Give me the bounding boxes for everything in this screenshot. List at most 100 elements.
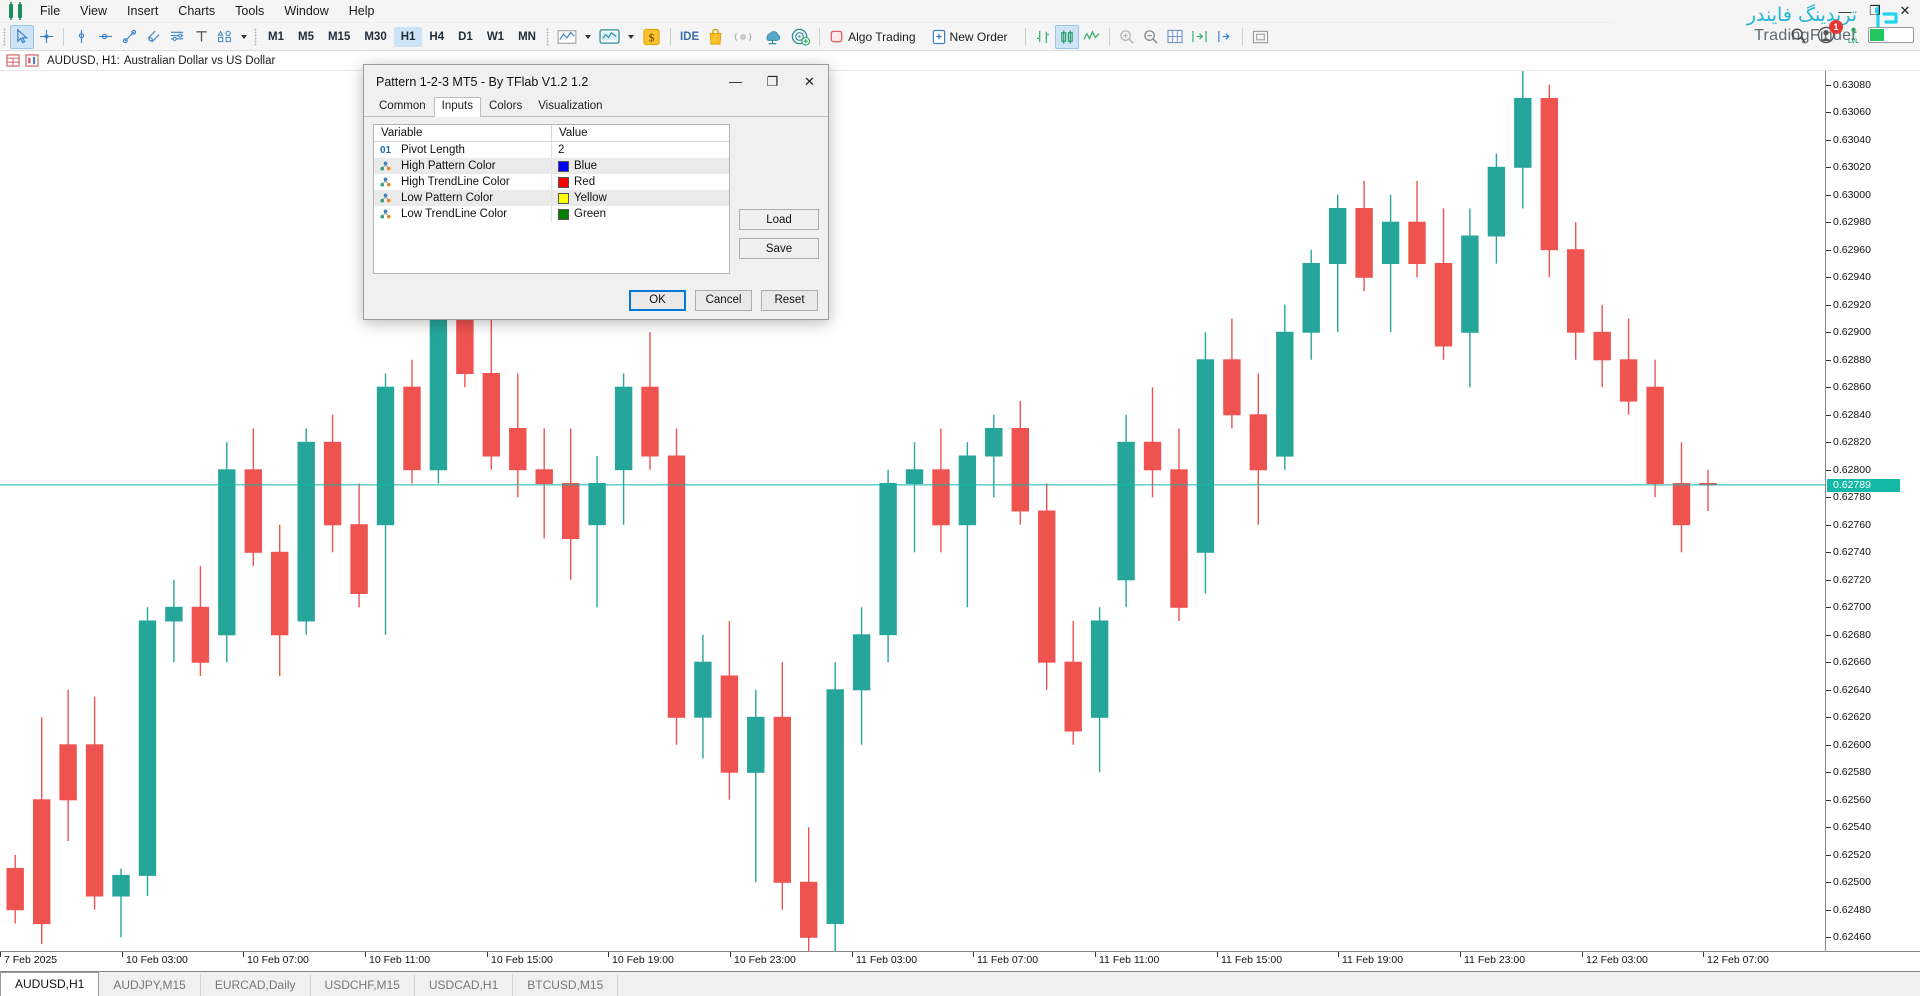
candle bbox=[748, 690, 764, 883]
inputs-table[interactable]: Variable Value 01Pivot Length2High Patte… bbox=[373, 124, 730, 274]
dialog-footer: OK Cancel Reset bbox=[364, 281, 828, 319]
account-icon[interactable]: 1 bbox=[1813, 23, 1839, 47]
new-order-button[interactable]: New Order bbox=[928, 25, 1020, 49]
chart-shift-icon[interactable] bbox=[1212, 25, 1237, 49]
timeframe-mn[interactable]: MN bbox=[511, 27, 543, 47]
timeframe-w1[interactable]: W1 bbox=[480, 27, 511, 47]
channel-tool[interactable] bbox=[141, 25, 165, 49]
line-chart-icon[interactable] bbox=[1079, 25, 1104, 49]
timeframe-h1[interactable]: H1 bbox=[394, 27, 423, 47]
price-chart[interactable] bbox=[0, 71, 1920, 951]
indicator-line-icon[interactable] bbox=[553, 25, 581, 49]
chart-tab-btcusd-m15[interactable]: BTCUSD,M15 bbox=[513, 974, 618, 996]
chart-tab-usdchf-m15[interactable]: USDCHF,M15 bbox=[311, 974, 415, 996]
dialog-tab-inputs[interactable]: Inputs bbox=[434, 97, 481, 117]
crosshair-tool[interactable] bbox=[34, 25, 58, 49]
variable-cell: Low Pattern Color bbox=[374, 190, 552, 206]
horizontal-line-tool[interactable] bbox=[93, 25, 117, 49]
auto-scroll-icon[interactable] bbox=[1187, 25, 1212, 49]
dollar-icon[interactable]: $ bbox=[638, 25, 665, 49]
minimize-button[interactable]: — bbox=[1830, 0, 1860, 22]
grid-icon[interactable] bbox=[1163, 25, 1187, 49]
timeframe-m5[interactable]: M5 bbox=[291, 27, 321, 47]
cancel-button[interactable]: Cancel bbox=[695, 290, 752, 311]
menu-view[interactable]: View bbox=[70, 1, 117, 21]
candlestick-chart-icon[interactable] bbox=[1055, 25, 1079, 49]
zoom-out-icon[interactable] bbox=[1139, 25, 1163, 49]
table-row[interactable]: 01Pivot Length2 bbox=[374, 142, 729, 158]
cloud-vps-icon[interactable] bbox=[758, 25, 787, 49]
price-tick: 0.62520 bbox=[1826, 850, 1871, 861]
dialog-tab-colors[interactable]: Colors bbox=[481, 97, 530, 116]
chart-tab-audusd-h1[interactable]: AUDUSD,H1 bbox=[0, 972, 99, 996]
value-cell[interactable]: Green bbox=[552, 206, 729, 222]
reset-button[interactable]: Reset bbox=[761, 290, 818, 311]
save-button[interactable]: Save bbox=[739, 238, 819, 259]
dialog-minimize-button[interactable]: — bbox=[717, 65, 754, 98]
color-icon bbox=[380, 209, 395, 219]
chart-tab-usdcad-h1[interactable]: USDCAD,H1 bbox=[415, 974, 513, 996]
chart-tab-audjpy-m15[interactable]: AUDJPY,M15 bbox=[99, 974, 200, 996]
maximize-button[interactable]: ❐ bbox=[1860, 0, 1890, 22]
shapes-tool[interactable] bbox=[213, 25, 237, 49]
dialog-title-bar[interactable]: Pattern 1-2-3 MT5 - By TFlab V1.2 1.2 — … bbox=[364, 65, 828, 98]
value-cell[interactable]: Blue bbox=[552, 158, 729, 174]
dialog-tab-visualization[interactable]: Visualization bbox=[530, 97, 610, 116]
toolbar-grip-3[interactable] bbox=[546, 28, 549, 46]
timeframe-h4[interactable]: H4 bbox=[422, 27, 451, 47]
time-axis[interactable]: 7 Feb 202510 Feb 03:0010 Feb 07:0010 Feb… bbox=[0, 951, 1920, 972]
menu-insert[interactable]: Insert bbox=[117, 1, 168, 21]
menu-window[interactable]: Window bbox=[274, 1, 338, 21]
table-row[interactable]: High Pattern ColorBlue bbox=[374, 158, 729, 174]
price-axis[interactable]: 0.630800.630600.630400.630200.630000.629… bbox=[1825, 71, 1920, 951]
value-cell[interactable]: Yellow bbox=[552, 190, 729, 206]
timeframe-m15[interactable]: M15 bbox=[321, 27, 357, 47]
text-tool[interactable] bbox=[189, 25, 213, 49]
zoom-in-icon[interactable] bbox=[1115, 25, 1139, 49]
toolbar-grip[interactable] bbox=[3, 28, 6, 46]
data-window-icon[interactable] bbox=[6, 54, 20, 67]
copy-trading-icon[interactable] bbox=[787, 25, 814, 49]
lvl-icon[interactable]: LVL bbox=[1841, 23, 1866, 47]
chart-dropdown-caret[interactable] bbox=[628, 35, 634, 39]
close-button[interactable]: ✕ bbox=[1890, 0, 1920, 22]
algo-trading-button[interactable]: Algo Trading bbox=[825, 25, 927, 49]
signals-icon[interactable] bbox=[728, 25, 758, 49]
indicator-dropdown-caret[interactable] bbox=[585, 35, 591, 39]
search-icon[interactable] bbox=[1786, 23, 1811, 47]
candle bbox=[1012, 401, 1028, 525]
cursor-tool[interactable] bbox=[10, 25, 34, 49]
toolbar-grip-2[interactable] bbox=[254, 28, 257, 46]
menu-help[interactable]: Help bbox=[339, 1, 385, 21]
symbol-chart-icon[interactable] bbox=[25, 54, 39, 67]
indicator-properties-dialog[interactable]: Pattern 1-2-3 MT5 - By TFlab V1.2 1.2 — … bbox=[363, 64, 829, 320]
market-bag-icon[interactable] bbox=[703, 25, 728, 49]
value-cell[interactable]: Red bbox=[552, 174, 729, 190]
shapes-dropdown-caret[interactable] bbox=[241, 35, 247, 39]
variable-name: Pivot Length bbox=[401, 144, 465, 156]
table-row[interactable]: High TrendLine ColorRed bbox=[374, 174, 729, 190]
timeframe-m1[interactable]: M1 bbox=[261, 27, 291, 47]
load-button[interactable]: Load bbox=[739, 209, 819, 230]
menu-tools[interactable]: Tools bbox=[225, 1, 274, 21]
timeframe-d1[interactable]: D1 bbox=[451, 27, 480, 47]
menu-file[interactable]: File bbox=[30, 1, 70, 21]
table-row[interactable]: Low Pattern ColorYellow bbox=[374, 190, 729, 206]
trendline-tool[interactable] bbox=[117, 25, 141, 49]
menu-charts[interactable]: Charts bbox=[168, 1, 225, 21]
table-row[interactable]: Low TrendLine ColorGreen bbox=[374, 206, 729, 222]
dialog-close-button[interactable]: ✕ bbox=[791, 65, 828, 98]
timeframe-m30[interactable]: M30 bbox=[357, 27, 393, 47]
screenshot-icon[interactable] bbox=[1248, 25, 1273, 49]
dialog-maximize-button[interactable]: ❐ bbox=[754, 65, 791, 98]
dialog-tab-common[interactable]: Common bbox=[371, 97, 434, 116]
candle bbox=[1515, 71, 1531, 209]
chart-window-icon[interactable] bbox=[595, 25, 624, 49]
fibonacci-tool[interactable] bbox=[165, 25, 189, 49]
chart-tab-eurcad-daily[interactable]: EURCAD,Daily bbox=[201, 974, 311, 996]
ide-button[interactable]: IDE bbox=[676, 25, 703, 49]
vertical-line-tool[interactable] bbox=[69, 25, 93, 49]
value-cell[interactable]: 2 bbox=[552, 142, 729, 158]
ok-button[interactable]: OK bbox=[629, 290, 686, 311]
bar-chart-icon[interactable] bbox=[1031, 25, 1055, 49]
